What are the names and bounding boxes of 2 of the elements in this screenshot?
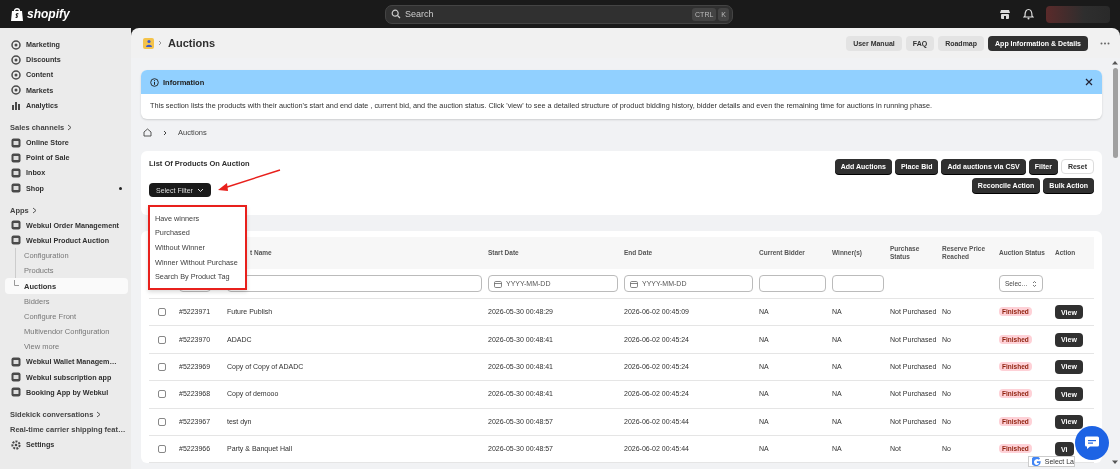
page-title: Auctions [168, 37, 216, 49]
logo-text[interactable]: shopify [27, 7, 70, 21]
